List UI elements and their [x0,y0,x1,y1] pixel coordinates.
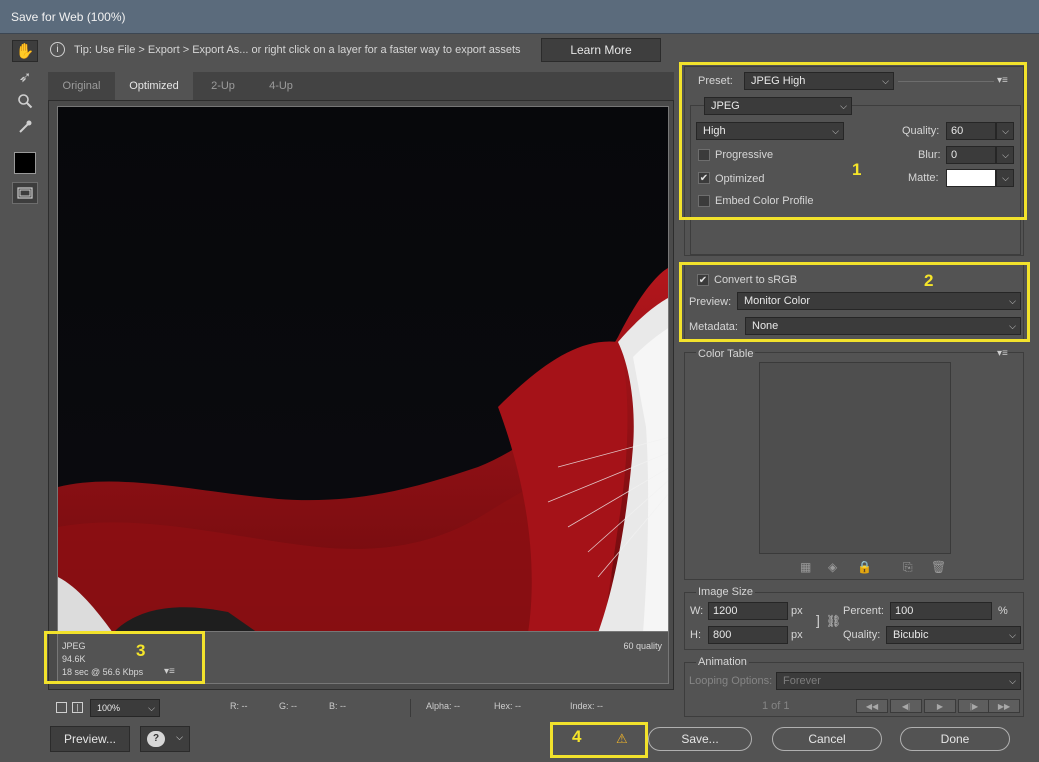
zoom-tool-icon[interactable] [12,90,38,112]
looping-options-label: Looping Options: [689,675,773,687]
first-frame-button[interactable]: ◀◀ [856,699,888,713]
color-table-title: Color Table [696,348,756,360]
tip-text: Tip: Use File > Export > Export As... or… [74,44,521,56]
cancel-button[interactable]: Cancel [772,727,882,751]
highlight-box-1 [679,62,1027,220]
resample-quality-label: Quality: [843,629,881,641]
highlight-box-4 [550,722,648,758]
web-shift-icon[interactable]: ◈ [828,560,837,574]
readout-alpha: Alpha: -- [426,701,461,711]
cat-in-red-hat-image [58,107,668,631]
last-frame-button[interactable]: ▶▶ [988,699,1020,713]
next-frame-button[interactable]: |▶ [958,699,990,713]
link-proportions-icon[interactable]: ⛓ [826,614,841,628]
animation-frame-counter: 1 of 1 [762,700,790,712]
play-animation-button[interactable]: ▶ [924,699,956,713]
zoom-out-icon[interactable] [56,702,67,713]
eyedropper-color-swatch[interactable] [14,152,36,174]
window-title: Save for Web (100%) [11,10,126,24]
readout-r: R: -- [230,701,248,711]
height-label: H: [690,629,701,641]
image-size-title: Image Size [696,586,756,598]
chevron-down-icon: ⌵ [176,732,183,742]
lock-color-icon[interactable]: 🔒 [857,560,872,574]
tab-2-up[interactable]: 2-Up [193,72,253,100]
info-icon: i [50,42,65,57]
tab-original[interactable]: Original [48,72,115,100]
height-unit: px [791,629,803,641]
readout-g: G: -- [279,701,297,711]
previous-frame-button[interactable]: ◀| [890,699,922,713]
annotation-number-1: 1 [852,160,862,179]
eyedropper-tool-icon[interactable] [12,116,38,138]
learn-more-button[interactable]: Learn More [541,38,661,62]
zoom-level-select[interactable]: 100% ⌵ [90,699,160,717]
zoom-level-value: 100% [97,703,121,713]
readout-index: Index: -- [570,701,604,711]
optimized-image-preview[interactable] [57,106,669,632]
toggle-slices-icon[interactable] [12,182,38,204]
status-bar: | 100% ⌵ R: -- G: -- B: -- Alpha: -- Hex:… [48,697,674,719]
tool-column: ✋ ➶ [4,36,44,726]
percent-label: Percent: [843,605,884,617]
annotation-number-4: 4 [572,727,582,746]
percent-unit: % [998,605,1008,617]
animation-title: Animation [696,656,749,668]
done-button[interactable]: Done [900,727,1010,751]
percent-input[interactable]: 100 [890,602,992,620]
resample-quality-value: Bicubic [893,629,929,641]
width-unit: px [791,605,803,617]
color-table-menu-icon[interactable]: ▾≡ [997,348,1008,359]
width-label: W: [690,605,704,617]
hand-tool-icon[interactable]: ✋ [12,40,38,62]
width-input[interactable]: 1200 [708,602,788,620]
readout-hex: Hex: -- [494,701,521,711]
annotation-number-2: 2 [924,271,934,290]
device-preview-icon: ? [147,731,165,747]
slice-select-tool-icon[interactable]: ➶ [12,66,38,88]
save-button[interactable]: Save... [648,727,752,751]
zoom-in-icon[interactable]: | [72,702,83,713]
status-divider [410,699,411,717]
tip-bar: i Tip: Use File > Export > Export As... … [46,37,1032,65]
info-quality-note: 60 quality [623,641,662,651]
highlight-box-3 [44,631,205,684]
delete-color-icon[interactable]: 🗑 [931,560,946,574]
window-titlebar: Save for Web (100%) [0,0,1039,34]
new-color-icon[interactable]: ⎘ [903,560,913,575]
looping-options-select[interactable]: Forever ⌵ [776,672,1021,690]
device-central-button[interactable]: ? ⌵ [140,726,190,752]
preview-button[interactable]: Preview... [50,726,130,752]
highlight-box-2 [679,262,1030,342]
tab-4-up[interactable]: 4-Up [253,72,309,100]
color-table-grid [759,362,951,554]
constrain-bracket-icon: ] [816,612,820,628]
view-tabs: Original Optimized 2-Up 4-Up [48,72,674,100]
readout-b: B: -- [329,701,346,711]
looping-options-value: Forever [783,675,821,687]
map-transparent-icon[interactable]: ▦ [800,560,811,574]
annotation-number-3: 3 [136,641,146,660]
height-input[interactable]: 800 [708,626,788,644]
tab-optimized[interactable]: Optimized [115,72,193,100]
resample-quality-select[interactable]: Bicubic ⌵ [886,626,1021,644]
